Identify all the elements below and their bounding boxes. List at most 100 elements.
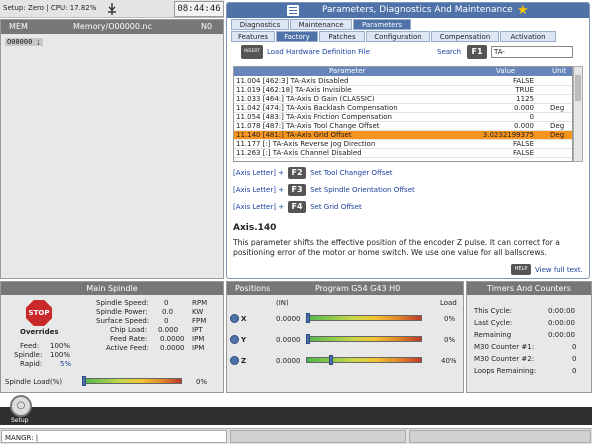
counter-label: M30 Counter #1: xyxy=(474,343,535,351)
col-parameter: Parameter xyxy=(329,67,366,75)
f3-key-icon: F3 xyxy=(288,184,307,196)
axis-load-pointer xyxy=(306,334,310,344)
stat-unit: RPM xyxy=(192,299,208,307)
stat-unit: KW xyxy=(192,308,204,316)
axis-load-bar xyxy=(306,336,422,342)
axis-label: Y xyxy=(241,336,247,344)
stat-value: 0 xyxy=(164,317,169,325)
table-row[interactable]: 11.004 [462:3] TA-Axis Disabled FALSE xyxy=(234,77,572,86)
positions-header: Positions Program G54 G43 H0 xyxy=(227,282,463,295)
search-label: Search xyxy=(437,48,462,56)
program-memory-panel: MEM Memory/O00000.nc N0 O00000 ; xyxy=(0,19,224,279)
setup-label: Setup xyxy=(11,417,29,424)
table-scrollbar[interactable] xyxy=(573,66,583,162)
shortcut-f3[interactable]: [Axis Letter] + F3 Set Spindle Orientation… xyxy=(233,184,415,196)
program-line[interactable]: O00000 ; xyxy=(5,38,43,46)
usb-icon xyxy=(108,3,116,15)
line-number: N0 xyxy=(201,22,213,31)
tab-patches[interactable]: Patches xyxy=(319,31,365,42)
timer-label: Remaining xyxy=(474,331,512,339)
tab-activation[interactable]: Activation xyxy=(500,31,556,42)
units-label: (IN) xyxy=(276,299,289,307)
col-value: Value xyxy=(496,67,516,75)
axis-position: 0.0000 xyxy=(276,357,301,365)
tab-diagnostics[interactable]: Diagnostics xyxy=(231,19,289,30)
tab-compensation[interactable]: Compensation xyxy=(431,31,499,42)
feed-label: Feed: xyxy=(20,342,40,350)
insert-key-icon[interactable]: INSERT xyxy=(241,45,263,59)
axis-y-icon[interactable] xyxy=(230,335,239,344)
table-row[interactable]: 11.263 [:] TA-Axis Channel Disabled FALSE xyxy=(234,149,572,158)
status-field xyxy=(230,430,406,443)
timer-value: 0:00:00 xyxy=(548,307,575,315)
tab-factory[interactable]: Factory xyxy=(276,31,318,42)
axis-position: 0.0000 xyxy=(276,336,301,344)
f1-key-icon[interactable]: F1 xyxy=(467,45,487,59)
rapid-label: Rapid: xyxy=(20,360,43,368)
stat-unit: IPT xyxy=(192,326,203,334)
table-row[interactable]: 11.054 [483:] TA-Axis Friction Compensat… xyxy=(234,113,572,122)
axis-x-icon[interactable] xyxy=(230,314,239,323)
spindle-label: Spindle: xyxy=(14,351,43,359)
table-row[interactable]: 11.019 [462:18] TA-Axis Invisible TRUE xyxy=(234,86,572,95)
axis-position: 0.0000 xyxy=(276,315,301,323)
tab-maintenance[interactable]: Maintenance xyxy=(290,19,352,30)
stat-label: Chip Load: xyxy=(110,326,148,334)
counter-label: Loops Remaining: xyxy=(474,367,537,375)
axis-load-bar xyxy=(306,315,422,321)
overrides-label: Overrides xyxy=(20,328,59,336)
search-input[interactable]: TA- xyxy=(491,46,573,58)
spindle-load-label: Spindle Load(%) xyxy=(5,378,63,386)
spindle-load-pointer xyxy=(82,376,86,386)
table-header: Parameter Value Unit xyxy=(234,67,572,76)
shortcut-f4[interactable]: [Axis Letter] + F4 Set Grid Offset xyxy=(233,201,362,213)
status-field xyxy=(409,430,591,443)
table-row[interactable]: 11.177 [:] TA-Axis Reverse Jog Direction… xyxy=(234,140,572,149)
stat-value: 0 xyxy=(164,299,169,307)
axis-load: 0% xyxy=(444,336,456,344)
stat-label: Active Feed: xyxy=(106,344,149,352)
timer-value: 0:00:00 xyxy=(548,319,575,327)
bottom-bar xyxy=(0,407,592,425)
program-offsets: Program G54 G43 H0 xyxy=(315,284,401,293)
clock: 08:44:46 xyxy=(174,1,224,17)
timer-value: 0:00:00 xyxy=(548,331,575,339)
stat-value: 0.0 xyxy=(162,308,174,316)
lock-icon[interactable]: ○ xyxy=(10,395,32,417)
menu-icon[interactable] xyxy=(287,5,299,16)
axis-z-icon[interactable] xyxy=(230,356,239,365)
status-bar: MANGR: | xyxy=(0,428,592,444)
stat-label: Spindle Speed: xyxy=(96,299,149,307)
shortcut-f2[interactable]: [Axis Letter] + F2 Set Tool Changer Offset xyxy=(233,167,393,179)
load-hardware-link[interactable]: Load Hardware Definition File xyxy=(267,48,370,56)
timer-label: This Cycle: xyxy=(474,307,513,315)
stat-value: 0.0000 xyxy=(160,335,185,343)
parameters-header: Parameters, Diagnostics And Maintenance … xyxy=(227,3,589,18)
mode-label: MEM xyxy=(9,22,28,31)
stat-unit: FPM xyxy=(192,317,207,325)
table-row[interactable]: 11.042 [474:] TA-Axis Backlash Compensat… xyxy=(234,104,572,113)
positions-title: Positions xyxy=(235,284,271,293)
help-key-icon[interactable]: HELP xyxy=(511,264,531,275)
tab-parameters[interactable]: Parameters xyxy=(353,19,411,30)
feed-override: 100% xyxy=(50,342,71,350)
stat-unit: IPM xyxy=(192,344,205,352)
table-row-selected[interactable]: 11.140 [481:] TA-Axis Grid Offset 3.02321… xyxy=(234,131,572,140)
table-row[interactable]: 11.033 [464:] TA-Axis D Gain (CLASSIC) 11… xyxy=(234,95,572,104)
favorite-star-icon[interactable]: ★ xyxy=(517,3,529,18)
description-title: Axis.140 xyxy=(233,223,277,233)
top-status-bar: Setup: Zero | CPU: 17.82% 08:44:46 xyxy=(0,0,224,18)
tab-features[interactable]: Features xyxy=(231,31,275,42)
status-text: Setup: Zero | CPU: 17.82% xyxy=(3,4,97,12)
counter-label: M30 Counter #2: xyxy=(474,355,535,363)
panel-title: Parameters, Diagnostics And Maintenance xyxy=(322,5,513,15)
table-row[interactable]: 11.078 [487:] TA-Axis Tool Change Offset… xyxy=(234,122,572,131)
axis-load: 40% xyxy=(441,357,457,365)
tab-configuration[interactable]: Configuration xyxy=(366,31,430,42)
stat-value: 0.0000 xyxy=(160,344,185,352)
manager-text: MANGR: | xyxy=(5,434,39,442)
manager-field[interactable]: MANGR: | xyxy=(1,430,227,443)
stat-label: Feed Rate: xyxy=(110,335,148,343)
view-full-text-link[interactable]: View full text. xyxy=(535,266,583,274)
spindle-override: 100% xyxy=(50,351,71,359)
